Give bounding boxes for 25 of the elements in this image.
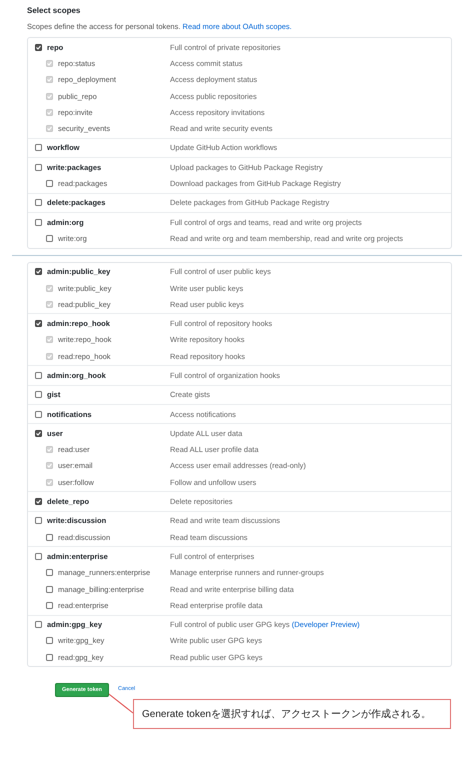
- checkbox[interactable]: [46, 602, 53, 609]
- checkbox[interactable]: [35, 268, 42, 276]
- checkbox[interactable]: [35, 320, 42, 328]
- checkbox[interactable]: [35, 372, 42, 379]
- checkbox[interactable]: [35, 144, 42, 152]
- checkbox[interactable]: [35, 430, 42, 437]
- checkbox[interactable]: [46, 586, 53, 593]
- checkbox[interactable]: [46, 534, 53, 541]
- checkbox[interactable]: [46, 234, 53, 242]
- checkbox[interactable]: [35, 410, 42, 418]
- checkbox[interactable]: [35, 44, 42, 51]
- checkbox[interactable]: [35, 218, 42, 226]
- section-title: Select scopes: [27, 6, 82, 15]
- checkbox[interactable]: [35, 498, 42, 506]
- checkbox[interactable]: [35, 621, 42, 628]
- checkbox[interactable]: [46, 654, 53, 661]
- checkbox[interactable]: [46, 180, 53, 188]
- checkbox[interactable]: [46, 637, 53, 644]
- checkbox[interactable]: [35, 391, 42, 398]
- checkbox[interactable]: [35, 517, 42, 524]
- checkbox[interactable]: [35, 164, 42, 171]
- checkbox[interactable]: [35, 199, 42, 206]
- callout-note: Generate tokenを選択すれば、アクセストークンが作成される。: [133, 699, 451, 730]
- checkbox[interactable]: [35, 552, 42, 560]
- checkbox[interactable]: [46, 569, 53, 576]
